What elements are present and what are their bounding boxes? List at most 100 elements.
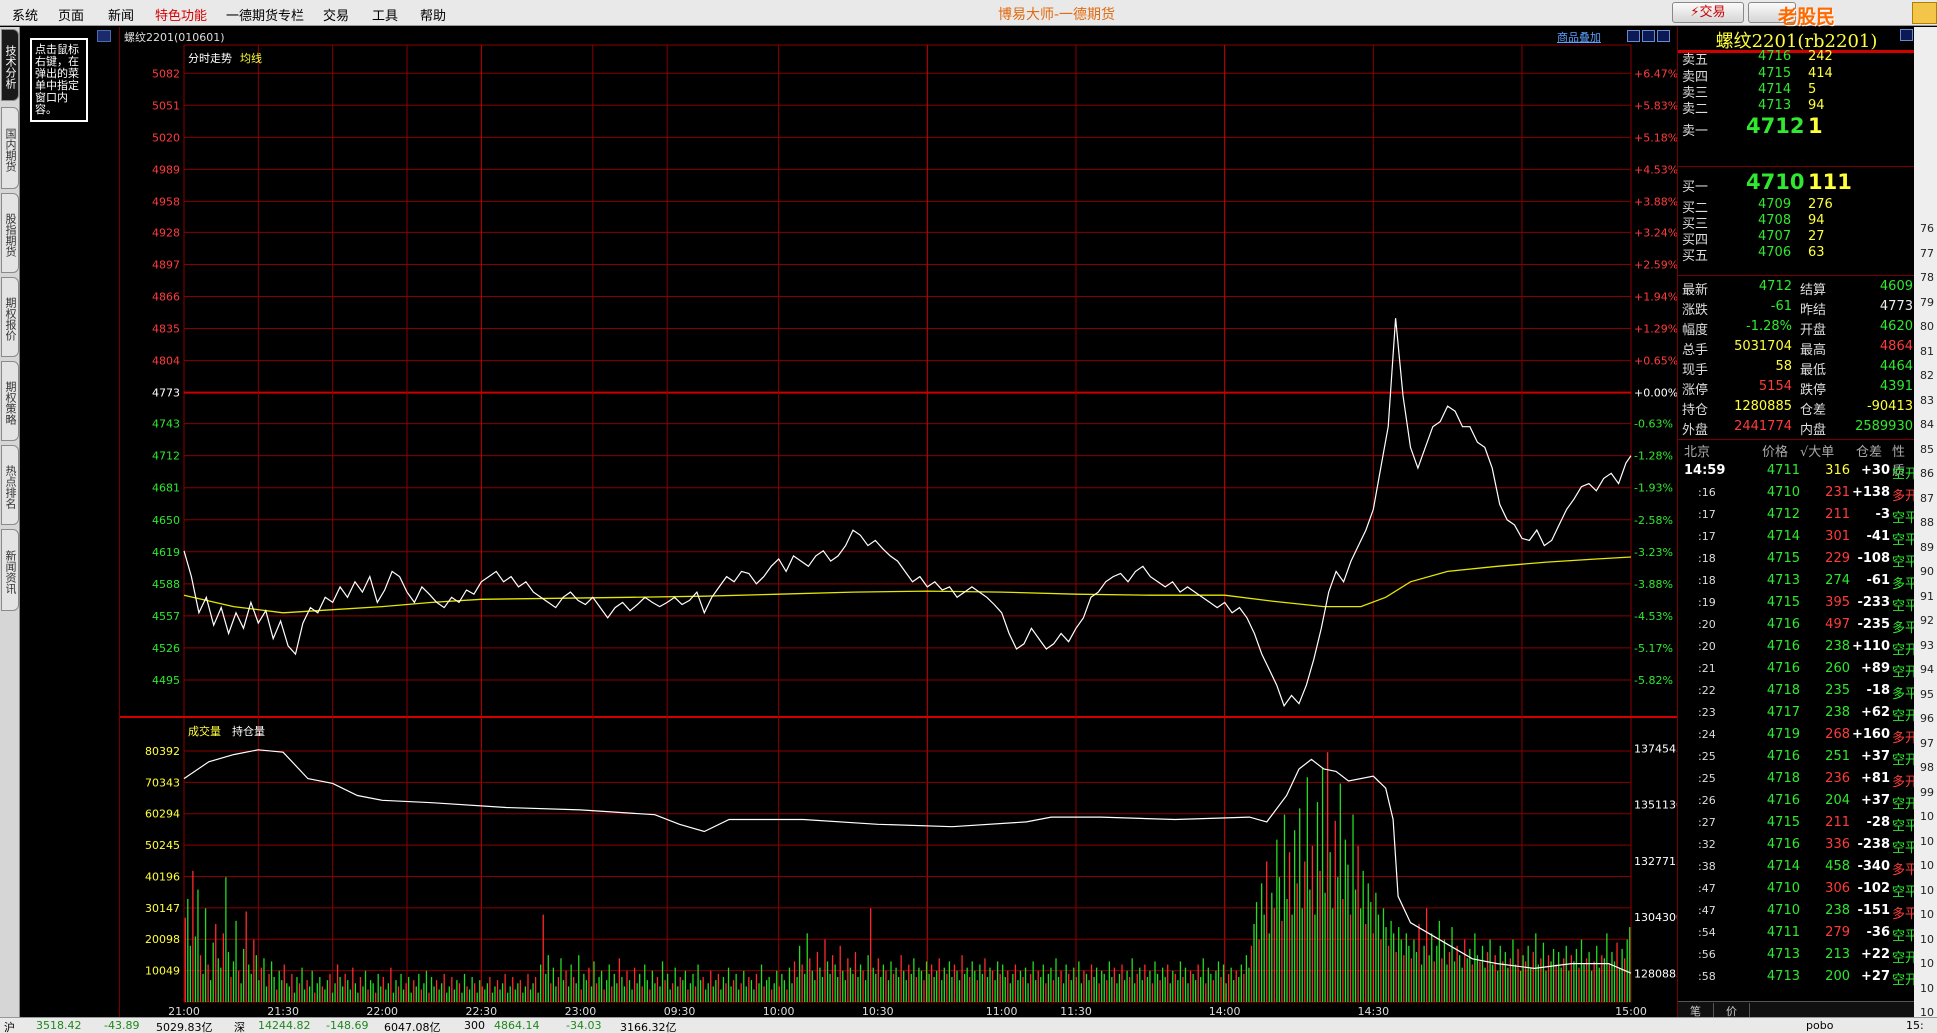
trade-row[interactable]: :20 4716 497 -235 多平 [1678, 617, 1918, 639]
oi-tick-label: 1374545 [1634, 743, 1678, 756]
trade-row[interactable]: :26 4716 204 +37 空开 [1678, 793, 1918, 815]
menu-tools[interactable]: 工具 [372, 5, 398, 24]
trade-row[interactable]: :19 4715 395 -233 空平 [1678, 595, 1918, 617]
price-tick-label: 4619 [152, 546, 180, 559]
price-tick-label: 4773 [152, 387, 180, 400]
stat-value: 5031704 [1734, 339, 1792, 354]
trade-row[interactable]: :17 4712 211 -3 空平 [1678, 507, 1918, 529]
trade-row[interactable]: :17 4714 301 -41 空平 [1678, 529, 1918, 551]
tab-price[interactable]: 价 [1714, 1003, 1750, 1018]
menu-system[interactable]: 系统 [12, 5, 38, 24]
trade-time: :18 [1698, 574, 1716, 587]
tab-option-quotes[interactable]: 期权报价 [1, 277, 19, 357]
trade-price: 4713 [1766, 969, 1800, 984]
status-item: 300 [464, 1019, 485, 1032]
status-item: 3518.42 [36, 1019, 82, 1032]
ask-level-2[interactable]: 卖二 4713 94 [1678, 96, 1915, 117]
bid-level-1[interactable]: 买一 4710 111 [1678, 170, 1915, 195]
trade-row[interactable]: :25 4718 236 +81 多开 [1678, 771, 1918, 793]
trade-row[interactable]: :27 4715 211 -28 空平 [1678, 815, 1918, 837]
stat-value: 4864 [1879, 339, 1913, 354]
trade-button[interactable]: ⚡交易 [1672, 2, 1744, 23]
tooltip-column [21, 27, 119, 1017]
commodity-overlay-link[interactable]: 商品叠加 [1557, 29, 1601, 45]
trade-row[interactable]: :23 4717 238 +62 空开 [1678, 705, 1918, 727]
tab-domestic-futures[interactable]: 国内期货 [1, 107, 19, 189]
quote-panel-button[interactable] [1900, 29, 1913, 41]
trade-row[interactable]: :47 4710 306 -102 空平 [1678, 881, 1918, 903]
side-number: 10 [1920, 957, 1934, 970]
window-button-2[interactable] [1642, 30, 1655, 42]
window-button-1[interactable] [1627, 30, 1640, 42]
stat-value: 2589930 [1855, 419, 1913, 434]
time-axis-label: 10:00 [763, 1005, 795, 1017]
panel-toggle-icon[interactable] [97, 30, 111, 42]
menu-news[interactable]: 新闻 [108, 5, 134, 24]
stat-value: 2441774 [1734, 419, 1792, 434]
menu-trade[interactable]: 交易 [323, 5, 349, 24]
tab-news-info[interactable]: 新闻资讯 [1, 529, 19, 611]
price-tick-label: 4958 [152, 195, 180, 208]
trade-row[interactable]: :24 4719 268 +160 多开 [1678, 727, 1918, 749]
left-vertical-tabs: 技术分析 国内期货 股指期货 期权报价 期权策略 热点排名 新闻资讯 [0, 27, 20, 1017]
menu-features[interactable]: 特色功能 [155, 5, 207, 24]
trade-volume: 279 [1825, 925, 1850, 940]
trade-row[interactable]: :21 4716 260 +89 空开 [1678, 661, 1918, 683]
trade-row[interactable]: :38 4714 458 -340 多平 [1678, 859, 1918, 881]
intraday-chart[interactable]: 5082 +6.47% 5051 +5.83% 5020 +5.18% 4989 +4.53%… [120, 27, 1678, 1017]
volume-tick-label: 40196 [145, 870, 180, 883]
menu-page[interactable]: 页面 [58, 5, 84, 24]
bid-price: 4706 [1758, 245, 1792, 260]
pct-tick-label: +0.65% [1634, 355, 1678, 368]
pct-tick-label: +1.94% [1634, 291, 1678, 304]
trade-row[interactable]: 14:59 4711 316 +30 空开 [1678, 463, 1918, 485]
hint-box: 点击鼠标右键，在弹出的菜单中指定窗口内容。 [30, 38, 88, 122]
trade-volume: 497 [1825, 617, 1850, 632]
tab-technical-analysis[interactable]: 技术分析 [1, 29, 19, 101]
status-item: 15: [1906, 1019, 1924, 1032]
window-button-3[interactable] [1657, 30, 1670, 42]
pct-tick-label: -1.93% [1634, 482, 1673, 495]
tab-ticks[interactable]: 笔 [1678, 1003, 1714, 1018]
trade-price: 4718 [1766, 771, 1800, 786]
tab-hot-ranking[interactable]: 热点排名 [1, 445, 19, 525]
tab-option-strategy[interactable]: 期权策略 [1, 361, 19, 441]
trade-row[interactable]: :32 4716 336 -238 空平 [1678, 837, 1918, 859]
price-tick-label: 4743 [152, 418, 180, 431]
ask-level-1[interactable]: 卖一 4712 1 [1678, 114, 1915, 139]
trade-row[interactable]: :25 4716 251 +37 空开 [1678, 749, 1918, 771]
pct-tick-label: +3.88% [1634, 195, 1678, 208]
trade-row[interactable]: :18 4715 229 -108 空平 [1678, 551, 1918, 573]
trade-row[interactable]: :18 4713 274 -61 多平 [1678, 573, 1918, 595]
trade-oi-change: -108 [1857, 551, 1890, 566]
price-tick-label: 4650 [152, 514, 180, 527]
menu-yide-column[interactable]: 一德期货专栏 [226, 5, 304, 24]
trade-row[interactable]: :47 4710 238 -151 多平 [1678, 903, 1918, 925]
menu-bar: 系统 页面 新闻 特色功能 一德期货专栏 交易 工具 帮助 博易大师-一德期货 … [0, 0, 1937, 51]
ask-price: 4714 [1758, 82, 1792, 97]
contract-label: 螺纹2201(010601) [124, 31, 225, 44]
trade-volume: 301 [1825, 529, 1850, 544]
trade-row[interactable]: :58 4713 200 +27 空开 [1678, 969, 1918, 991]
stat-row: 涨跌 -61 昨结 4773 [1678, 299, 1915, 319]
time-axis-label: 10:30 [862, 1005, 894, 1017]
corner-icon[interactable] [1912, 2, 1937, 24]
intraday-chart-panel[interactable]: 5082 +6.47% 5051 +5.83% 5020 +5.18% 4989 +4.53%… [97, 27, 1678, 1017]
menu-help[interactable]: 帮助 [420, 5, 446, 24]
time-axis-label: 21:00 [168, 1005, 200, 1017]
trade-row[interactable]: :20 4716 238 +110 空开 [1678, 639, 1918, 661]
trade-oi-change: +27 [1861, 969, 1890, 984]
trade-time: :27 [1698, 816, 1716, 829]
ask-price: 4712 [1746, 114, 1805, 138]
trade-oi-change: -233 [1857, 595, 1890, 610]
stat-value: 4712 [1758, 279, 1792, 294]
trade-row[interactable]: :16 4710 231 +138 多开 [1678, 485, 1918, 507]
pct-tick-label: -0.63% [1634, 418, 1673, 431]
trade-row[interactable]: :56 4713 213 +22 空开 [1678, 947, 1918, 969]
header-volume[interactable]: √大单 [1800, 441, 1834, 460]
trade-row[interactable]: :54 4711 279 -36 空平 [1678, 925, 1918, 947]
trade-oi-change: -238 [1857, 837, 1890, 852]
trade-row[interactable]: :22 4718 235 -18 多平 [1678, 683, 1918, 705]
tab-index-futures[interactable]: 股指期货 [1, 193, 19, 273]
bid-level-5[interactable]: 买五 4706 63 [1678, 243, 1915, 264]
